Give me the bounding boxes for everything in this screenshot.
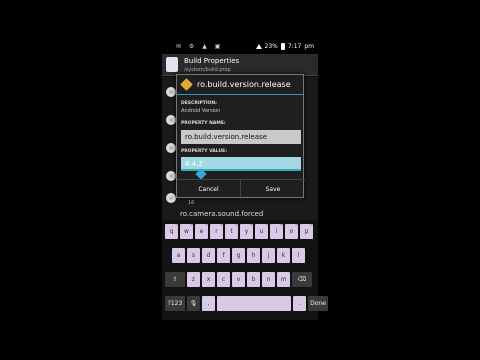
key-c[interactable]: c bbox=[217, 272, 230, 287]
key-l[interactable]: l bbox=[292, 248, 305, 263]
key-t[interactable]: t5 bbox=[225, 223, 238, 239]
clock: 7:17 bbox=[287, 43, 302, 50]
property-name-field[interactable]: ro.build.version.release bbox=[181, 130, 301, 144]
space-bar[interactable] bbox=[217, 296, 291, 311]
key-f[interactable]: f bbox=[217, 248, 230, 263]
battery-percent: 23% bbox=[264, 43, 278, 50]
pencil-icon bbox=[180, 78, 193, 91]
notification-icons: ✉ ⚙ ▲ ▣ bbox=[176, 43, 224, 50]
status-right: 23% 7:17 pm bbox=[255, 43, 314, 50]
edit-property-dialog: ro.build.version.release DESCRIPTION: An… bbox=[176, 74, 305, 199]
status-bar: ✉ ⚙ ▲ ▣ 23% 7:17 pm bbox=[162, 40, 318, 54]
key-hint: 3 bbox=[205, 223, 207, 227]
key-z[interactable]: z bbox=[187, 272, 200, 287]
key-hint: 2 bbox=[190, 223, 192, 227]
shift-key[interactable]: ⇧ bbox=[165, 272, 185, 287]
key-hint: 4 bbox=[220, 223, 222, 227]
comma-key[interactable]: , bbox=[202, 296, 215, 311]
key-b[interactable]: b bbox=[247, 272, 260, 287]
property-name-label: PROPERTY NAME: bbox=[181, 121, 226, 126]
gear-icon bbox=[166, 87, 176, 97]
property-value-label: PROPERTY VALUE: bbox=[181, 149, 228, 154]
key-hint: 7 bbox=[265, 223, 267, 227]
keyboard-row-4: ?123 🎙 , . Done bbox=[165, 296, 328, 311]
key-hint: 5 bbox=[235, 223, 237, 227]
app-title: Build Properties bbox=[184, 57, 240, 65]
key-g[interactable]: g bbox=[232, 248, 245, 263]
action-bar: Build Properties /system/build.prop bbox=[162, 54, 318, 76]
save-button[interactable]: Save bbox=[241, 179, 305, 199]
gear-icon bbox=[166, 171, 176, 181]
key-x[interactable]: x bbox=[202, 272, 215, 287]
key-d[interactable]: d bbox=[202, 248, 215, 263]
key-hint: 1 bbox=[175, 223, 177, 227]
key-p[interactable]: p0 bbox=[300, 223, 313, 239]
keyboard-row-1: q1w2e3r4t5y6u7i8o9p0 bbox=[165, 223, 313, 239]
key-k[interactable]: k bbox=[277, 248, 290, 263]
keyboard-row-3: ⇧ zxcvbnm ⌫ bbox=[165, 272, 312, 287]
dialog-title: ro.build.version.release bbox=[197, 80, 291, 89]
list-item-subtext: 16 bbox=[188, 200, 195, 206]
keyboard-row-2: asdfghjkl bbox=[172, 248, 305, 263]
dialog-header: ro.build.version.release bbox=[177, 75, 303, 95]
key-q[interactable]: q1 bbox=[165, 223, 178, 239]
key-s[interactable]: s bbox=[187, 248, 200, 263]
key-a[interactable]: a bbox=[172, 248, 185, 263]
clock-ampm: pm bbox=[304, 43, 314, 50]
key-i[interactable]: i8 bbox=[270, 223, 283, 239]
key-r[interactable]: r4 bbox=[210, 223, 223, 239]
backspace-key[interactable]: ⌫ bbox=[292, 272, 312, 287]
gear-icon bbox=[166, 193, 176, 203]
app-icon[interactable] bbox=[166, 57, 178, 72]
key-hint: 8 bbox=[280, 223, 282, 227]
gear-icon bbox=[166, 115, 176, 125]
soft-keyboard: q1w2e3r4t5y6u7i8o9p0 asdfghjkl ⇧ zxcvbnm… bbox=[162, 220, 328, 320]
microphone-icon[interactable]: 🎙 bbox=[187, 296, 200, 311]
list-item-label[interactable]: ro.camera.sound.forced bbox=[180, 210, 263, 218]
key-y[interactable]: y6 bbox=[240, 223, 253, 239]
key-n[interactable]: n bbox=[262, 272, 275, 287]
key-m[interactable]: m bbox=[277, 272, 290, 287]
keyboard-row-3-letters: zxcvbnm bbox=[187, 272, 290, 287]
key-hint: 6 bbox=[250, 223, 252, 227]
key-o[interactable]: o9 bbox=[285, 223, 298, 239]
period-key[interactable]: . bbox=[293, 296, 306, 311]
app-path: /system/build.prop bbox=[184, 67, 231, 73]
done-key[interactable]: Done bbox=[308, 296, 328, 311]
key-w[interactable]: w2 bbox=[180, 223, 193, 239]
signal-icon bbox=[255, 44, 262, 49]
key-hint: 9 bbox=[295, 223, 297, 227]
key-j[interactable]: j bbox=[262, 248, 275, 263]
key-h[interactable]: h bbox=[247, 248, 260, 263]
description-label: DESCRIPTION: bbox=[181, 101, 217, 106]
key-u[interactable]: u7 bbox=[255, 223, 268, 239]
key-hint: 0 bbox=[310, 223, 312, 227]
battery-icon bbox=[280, 43, 285, 50]
key-e[interactable]: e3 bbox=[195, 223, 208, 239]
description-value: Android Version bbox=[181, 108, 221, 114]
gear-icon bbox=[166, 143, 176, 153]
symbols-key[interactable]: ?123 bbox=[165, 296, 185, 311]
cancel-button[interactable]: Cancel bbox=[177, 179, 241, 199]
key-v[interactable]: v bbox=[232, 272, 245, 287]
